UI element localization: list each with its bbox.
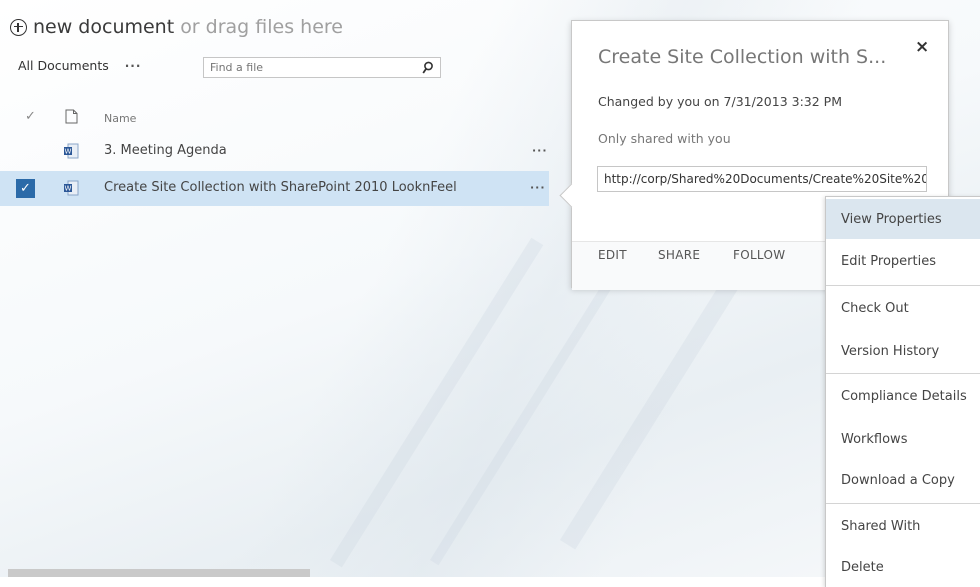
select-all-check-icon[interactable]: ✓ xyxy=(25,109,36,124)
edit-action[interactable]: EDIT xyxy=(598,248,627,262)
file-name-link[interactable]: 3. Meeting Agenda xyxy=(104,143,227,158)
file-more-button[interactable]: ··· xyxy=(532,144,548,157)
list-item-selected[interactable]: ✓ W Create Site Collection with SharePoi… xyxy=(0,171,549,206)
menu-separator xyxy=(826,373,980,374)
search-box xyxy=(203,57,441,78)
close-icon[interactable]: × xyxy=(915,37,929,57)
column-header-name[interactable]: Name xyxy=(104,112,136,125)
menu-item-delete[interactable]: Delete xyxy=(841,560,884,575)
callout-url-box xyxy=(597,166,927,192)
svg-text:W: W xyxy=(65,148,72,156)
menu-separator xyxy=(826,285,980,286)
menu-item-compliance-details[interactable]: Compliance Details xyxy=(841,389,967,404)
callout-title: Create Site Collection with S... xyxy=(598,46,887,68)
callout-changed-info: Changed by you on 7/31/2013 3:32 PM xyxy=(598,94,842,109)
menu-item-view-properties[interactable]: View Properties xyxy=(841,212,942,227)
list-header: ✓ Name xyxy=(0,109,560,129)
svg-text:W: W xyxy=(65,185,72,193)
menu-separator xyxy=(826,503,980,504)
menu-item-check-out[interactable]: Check Out xyxy=(841,301,909,316)
menu-item-version-history[interactable]: Version History xyxy=(841,344,939,359)
menu-item-edit-properties[interactable]: Edit Properties xyxy=(841,254,936,269)
callout-sharing-info[interactable]: Only shared with you xyxy=(598,131,731,146)
search-icon[interactable] xyxy=(422,61,434,75)
file-more-button[interactable]: ··· xyxy=(530,181,546,194)
file-name-link[interactable]: Create Site Collection with SharePoint 2… xyxy=(104,180,457,195)
search-input[interactable] xyxy=(210,60,410,75)
follow-action[interactable]: FOLLOW xyxy=(733,248,785,262)
view-all-documents[interactable]: All Documents xyxy=(18,58,109,73)
menu-item-workflows[interactable]: Workflows xyxy=(841,432,907,447)
horizontal-scrollbar[interactable] xyxy=(8,569,310,577)
file-url-field[interactable] xyxy=(604,172,926,186)
new-document-link[interactable]: new document xyxy=(33,16,174,38)
word-document-icon: W xyxy=(64,180,79,196)
list-item[interactable]: W 3. Meeting Agenda ··· xyxy=(0,134,560,169)
word-document-icon: W xyxy=(64,143,79,159)
add-circle-icon[interactable] xyxy=(10,18,27,36)
document-type-icon[interactable] xyxy=(65,109,78,124)
menu-item-download-copy[interactable]: Download a Copy xyxy=(841,473,955,488)
row-selected-check-icon[interactable]: ✓ xyxy=(16,179,35,198)
share-action[interactable]: SHARE xyxy=(658,248,700,262)
drag-files-hint: or drag files here xyxy=(180,16,343,38)
view-selector-row: All Documents ··· xyxy=(18,58,141,73)
view-more-button[interactable]: ··· xyxy=(125,59,142,73)
context-menu: View Properties Edit Properties Check Ou… xyxy=(825,196,980,587)
new-document-bar: new document or drag files here xyxy=(10,16,343,38)
menu-item-shared-with[interactable]: Shared With xyxy=(841,519,920,534)
